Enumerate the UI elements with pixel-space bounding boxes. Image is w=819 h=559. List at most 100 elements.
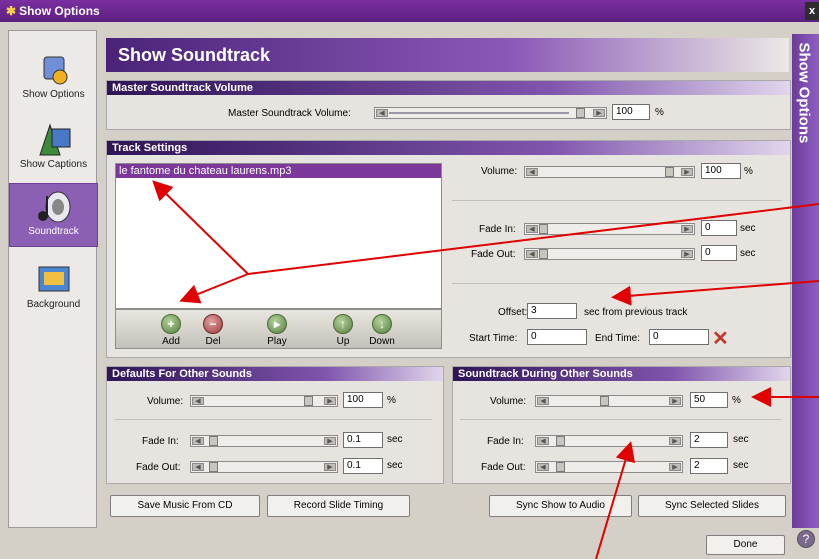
sidebar-item-background[interactable]: Background bbox=[9, 257, 98, 321]
slider-left-icon: ◀ bbox=[526, 225, 538, 233]
defaults-fade-in-slider[interactable]: ◀ ▶ bbox=[190, 435, 338, 447]
sync-show-to-audio-button[interactable]: Sync Show to Audio bbox=[489, 495, 632, 517]
background-icon bbox=[38, 266, 69, 292]
page-title: Show Soundtrack bbox=[106, 38, 789, 72]
defaults-volume-input[interactable]: 100 bbox=[343, 392, 383, 408]
sec-label: sec bbox=[740, 223, 756, 234]
divider bbox=[114, 419, 432, 420]
delete-icon[interactable]: − bbox=[203, 314, 223, 334]
during-fade-in-input[interactable]: 2 bbox=[690, 432, 728, 448]
slider-right-icon: ▶ bbox=[681, 250, 693, 258]
track-list[interactable]: le fantome du chateau laurens.mp3 bbox=[115, 163, 442, 309]
save-music-from-cd-button[interactable]: Save Music From CD bbox=[110, 495, 260, 517]
unit-label: % bbox=[732, 395, 741, 406]
unit-label: % bbox=[387, 395, 396, 406]
unit-label: % bbox=[655, 107, 664, 118]
captions-icon bbox=[38, 123, 70, 156]
track-volume-input[interactable]: 100 bbox=[701, 163, 741, 179]
defaults-fade-out-slider[interactable]: ◀ ▶ bbox=[190, 461, 338, 473]
defaults-fade-out-label: Fade Out: bbox=[136, 462, 181, 473]
defaults-fade-in-input[interactable]: 0.1 bbox=[343, 432, 383, 448]
start-time-input[interactable]: 0 bbox=[527, 329, 587, 345]
down-button-label[interactable]: Down bbox=[362, 336, 402, 347]
slider-right-icon: ▶ bbox=[681, 168, 693, 176]
slider-fill bbox=[389, 112, 569, 114]
track-fade-out-slider[interactable]: ◀ ▶ bbox=[524, 248, 695, 260]
slider-left-icon: ◀ bbox=[537, 397, 549, 405]
slider-thumb[interactable] bbox=[556, 436, 565, 446]
during-volume-input[interactable]: 50 bbox=[690, 392, 728, 408]
end-time-label: End Time: bbox=[595, 333, 641, 344]
slider-left-icon: ◀ bbox=[526, 168, 538, 176]
slider-right-icon: ▶ bbox=[669, 397, 681, 405]
divider bbox=[452, 200, 782, 201]
delete-button-label[interactable]: Del bbox=[193, 336, 233, 347]
during-volume-slider[interactable]: ◀ ▶ bbox=[535, 395, 683, 407]
slider-right-icon: ▶ bbox=[593, 109, 605, 117]
track-volume-slider[interactable]: ◀ ▶ bbox=[524, 166, 695, 178]
slider-left-icon: ◀ bbox=[537, 463, 549, 471]
add-button-label[interactable]: Add bbox=[151, 336, 191, 347]
defaults-fade-out-input[interactable]: 0.1 bbox=[343, 458, 383, 474]
record-slide-timing-button[interactable]: Record Slide Timing bbox=[267, 495, 410, 517]
slider-right-icon: ▶ bbox=[669, 437, 681, 445]
slider-thumb[interactable] bbox=[576, 108, 585, 118]
during-fade-out-label: Fade Out: bbox=[481, 462, 526, 473]
slider-thumb[interactable] bbox=[665, 167, 674, 177]
master-volume-input[interactable]: 100 bbox=[612, 104, 650, 120]
add-icon[interactable]: + bbox=[161, 314, 181, 334]
section-header: Soundtrack During Other Sounds bbox=[453, 367, 790, 381]
slider-thumb[interactable] bbox=[556, 462, 565, 472]
window-title: Show Options bbox=[19, 4, 100, 18]
up-arrow-icon[interactable]: ↑ bbox=[333, 314, 353, 334]
slider-right-icon: ▶ bbox=[681, 225, 693, 233]
slider-thumb[interactable] bbox=[209, 436, 218, 446]
help-icon[interactable]: ? bbox=[797, 530, 815, 548]
during-fade-in-label: Fade In: bbox=[487, 436, 524, 447]
during-fade-out-slider[interactable]: ◀ ▶ bbox=[535, 461, 683, 473]
track-fade-in-input[interactable]: 0 bbox=[701, 220, 737, 236]
start-time-label: Start Time: bbox=[469, 333, 518, 344]
bottom-bar bbox=[0, 528, 792, 559]
sec-label: sec bbox=[733, 434, 749, 445]
slider-left-icon: ◀ bbox=[537, 437, 549, 445]
slider-thumb[interactable] bbox=[304, 396, 313, 406]
show-options-icon bbox=[43, 56, 67, 85]
track-volume-label: Volume: bbox=[481, 166, 518, 177]
sidebar-item-soundtrack[interactable]: Soundtrack bbox=[9, 183, 98, 247]
sidebar-item-label: Soundtrack bbox=[28, 226, 79, 237]
end-time-input[interactable]: 0 bbox=[649, 329, 709, 345]
sidebar-item-show-options[interactable]: Show Options bbox=[9, 47, 98, 111]
sidebar-item-show-captions[interactable]: Show Captions bbox=[9, 117, 98, 181]
divider bbox=[460, 419, 782, 420]
track-fade-in-slider[interactable]: ◀ ▶ bbox=[524, 223, 695, 235]
clear-time-icon[interactable]: ✕ bbox=[712, 326, 729, 351]
close-button[interactable]: x bbox=[805, 2, 819, 20]
slider-right-icon: ▶ bbox=[324, 397, 336, 405]
track-list-item[interactable]: le fantome du chateau laurens.mp3 bbox=[116, 164, 441, 178]
master-volume-slider[interactable]: ◀ ▶ bbox=[374, 107, 607, 119]
slider-thumb[interactable] bbox=[539, 224, 548, 234]
sec-label: sec bbox=[740, 248, 756, 259]
during-fade-out-input[interactable]: 2 bbox=[690, 458, 728, 474]
slider-thumb[interactable] bbox=[209, 462, 218, 472]
slider-thumb[interactable] bbox=[600, 396, 609, 406]
play-icon[interactable]: ▸ bbox=[267, 314, 287, 334]
unit-label: % bbox=[744, 166, 753, 177]
slider-thumb[interactable] bbox=[539, 249, 548, 259]
defaults-volume-slider[interactable]: ◀ ▶ bbox=[190, 395, 338, 407]
down-arrow-icon[interactable]: ↓ bbox=[372, 314, 392, 334]
track-fade-out-input[interactable]: 0 bbox=[701, 245, 737, 261]
slider-left-icon: ◀ bbox=[192, 437, 204, 445]
sync-selected-slides-button[interactable]: Sync Selected Slides bbox=[638, 495, 786, 517]
slider-right-icon: ▶ bbox=[324, 463, 336, 471]
done-button[interactable]: Done bbox=[706, 535, 785, 555]
offset-suffix: sec from previous track bbox=[584, 307, 688, 318]
offset-input[interactable]: 3 bbox=[527, 303, 577, 319]
up-button-label[interactable]: Up bbox=[323, 336, 363, 347]
play-button-label[interactable]: Play bbox=[257, 336, 297, 347]
sidebar-item-label: Show Options bbox=[22, 89, 85, 100]
track-fade-in-label: Fade In: bbox=[479, 224, 516, 235]
during-fade-in-slider[interactable]: ◀ ▶ bbox=[535, 435, 683, 447]
sidebar-item-label: Show Captions bbox=[19, 159, 88, 170]
